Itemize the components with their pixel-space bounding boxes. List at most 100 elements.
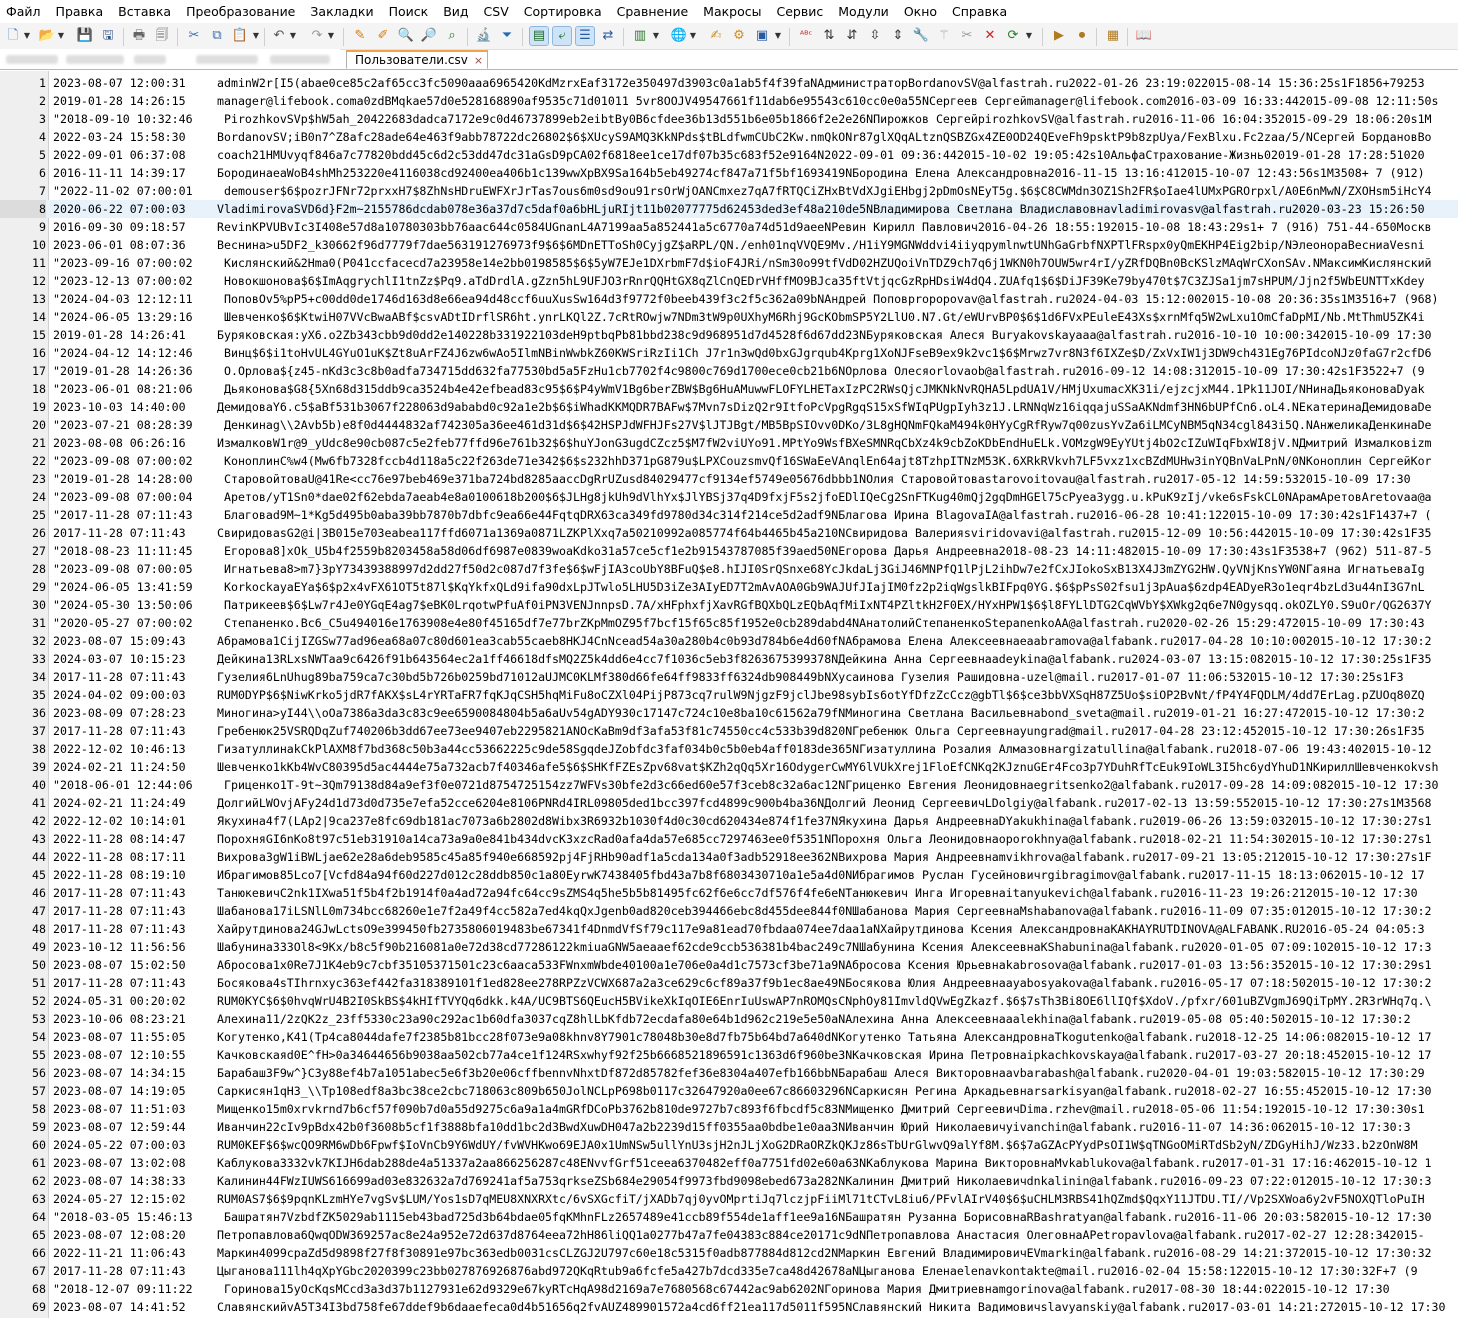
text-line[interactable]: 3 "2018-09-10 10:32:46 PirozhkovSVp$hW5ah… [0, 110, 1458, 128]
text-line[interactable]: 47 2017-11-28 07:11:43 Шабанова17iLSNlL0m7… [0, 902, 1458, 920]
open-file-dropdown-icon[interactable]: ▼ [57, 27, 65, 45]
mark-icon[interactable]: ✎ [351, 27, 369, 45]
close-red-icon[interactable]: ✕ [981, 27, 999, 45]
text-line[interactable]: 15 2019-01-28 14:26:41 Буряковская:yX6.o2Z… [0, 326, 1458, 344]
text-line[interactable]: 9 2016-09-30 09:18:57 RevinKPVUBvIc3I408e5… [0, 218, 1458, 236]
text-line[interactable]: 62 2023-08-07 14:38:33 Калинин44FWzIUWS616… [0, 1172, 1458, 1190]
text-line[interactable]: 46 2017-11-28 07:11:43 ТанюкевичC2nk1IXwa5… [0, 884, 1458, 902]
help-book-icon[interactable]: 📖 [1135, 27, 1153, 45]
text-line[interactable]: 28 "2023-09-08 07:00:05 Игнатьева8>m7}3pY… [0, 560, 1458, 578]
text-line[interactable]: 8 2020-06-22 07:00:03 VladimirovaSVD6d}F2m… [0, 200, 1458, 218]
display-dropdown-icon[interactable]: ▼ [774, 27, 782, 45]
text-line[interactable]: 11 "2023-09-16 07:00:02 Кислянский&2Hma0(… [0, 254, 1458, 272]
text-line[interactable]: 12 "2023-12-13 07:00:02 Новокшонова$6$ImA… [0, 272, 1458, 290]
print-icon[interactable]: 🖶 [130, 27, 148, 45]
cut-icon[interactable]: ✂ [185, 27, 203, 45]
menu-tools[interactable]: Сервис [770, 0, 832, 23]
text-line[interactable]: 13 "2024-04-03 12:12:11 ПоповOv5%pP5+c00d… [0, 290, 1458, 308]
edit-template-icon[interactable]: ✍ [707, 27, 725, 45]
menu-window[interactable]: Окно [897, 0, 945, 23]
text-line[interactable]: 23 "2019-01-28 14:28:00 СтаровойтоваU@41R… [0, 470, 1458, 488]
menu-sort[interactable]: Сортировка [517, 0, 610, 23]
undo-icon[interactable]: ↶ [270, 27, 288, 45]
column-mode-icon[interactable]: ▥ [631, 27, 649, 45]
filter-icon[interactable]: ⏷ [498, 27, 516, 45]
text-line[interactable]: 57 2023-08-07 14:19:05 Саркисян1qH3_\\Tp10… [0, 1082, 1458, 1100]
paste-icon[interactable]: 📋 [231, 27, 249, 45]
text-line[interactable]: 44 2022-11-28 08:17:11 Вихрова3gW1iBWLjae6… [0, 848, 1458, 866]
text-line[interactable]: 52 2024-05-31 00:20:02 RUM0KYC$6$0hvqWrU4B… [0, 992, 1458, 1010]
wrench-icon[interactable]: 🔧 [912, 27, 930, 45]
text-line[interactable]: 68 "2018-12-07 09:11:22 Горинова15yOcKqsM… [0, 1280, 1458, 1298]
text-line[interactable]: 21 2023-08-08 06:26:16 ИзмалковW1r@9_yUdc8… [0, 434, 1458, 452]
tab-users-csv[interactable]: Пользователи.csv × [346, 50, 489, 69]
text-line[interactable]: 58 2023-08-07 11:51:03 Мищенко15m0xrvkrnd7… [0, 1100, 1458, 1118]
sort-lines-icon[interactable]: ⇳ [866, 27, 884, 45]
mark-all-icon[interactable]: ✐ [374, 27, 392, 45]
new-file-dropdown-icon[interactable]: ▼ [23, 27, 31, 45]
text-line[interactable]: 32 2023-08-07 15:09:43 Абрамова1CijIZGSw77… [0, 632, 1458, 650]
text-line[interactable]: 40 "2018-06-01 12:44:06 Гриценко1T-9t~3Qm… [0, 776, 1458, 794]
text-line[interactable]: 60 2024-05-22 07:00:03 RUM0KEF$6$wcQO9RM6w… [0, 1136, 1458, 1154]
macro-play-icon[interactable]: ▶ [1050, 27, 1068, 45]
text-line[interactable]: 36 2023-08-09 07:28:23 Миногина>yI44\\oOa7… [0, 704, 1458, 722]
text-line[interactable]: 6 2016-11-11 14:39:17 БородинаeaWoB4shMh25… [0, 164, 1458, 182]
close-icon[interactable]: × [474, 54, 483, 67]
text-line[interactable]: 5 2022-09-01 06:37:08 coach21HMUvyqf846a7c… [0, 146, 1458, 164]
text-line[interactable]: 26 2017-11-28 07:11:43 СвиридоваsG2@i|3B01… [0, 524, 1458, 542]
text-line[interactable]: 53 2023-10-06 08:23:21 Алехина11/2zQK2z_23… [0, 1010, 1458, 1028]
new-file-icon[interactable]: 🗋 [4, 27, 22, 45]
spellcheck-icon[interactable]: ᴬᴮᶜ [797, 27, 815, 45]
text-line[interactable]: 1 2023-08-07 12:00:31 adminW2r[I5(abae0ce8… [0, 74, 1458, 92]
text-line[interactable]: 16 "2024-04-12 14:12:46 Винц$6$i1toHvUL4G… [0, 344, 1458, 362]
refresh-icon[interactable]: ⟳ [1004, 27, 1022, 45]
text-line[interactable]: 2 2019-01-28 14:26:15 manager@lifebook.com… [0, 92, 1458, 110]
redo-dropdown-icon[interactable]: ▼ [327, 27, 335, 45]
refresh-dropdown-icon[interactable]: ▼ [1025, 27, 1033, 45]
copy-icon[interactable]: ⧉ [208, 27, 226, 45]
text-line[interactable]: 29 "2024-06-05 13:41:59 KorkockayaEYa$6$p… [0, 578, 1458, 596]
text-line[interactable]: 63 2024-05-27 12:15:02 RUM0AS7$6$9pqnKLzmH… [0, 1190, 1458, 1208]
paste-dropdown-icon[interactable]: ▼ [252, 27, 260, 45]
text-line[interactable]: 22 "2023-09-08 07:00:02 КоноплинC%w4(Mw6f… [0, 452, 1458, 470]
text-line[interactable]: 25 "2017-11-28 07:11:43 Благоваd9M~1*Kg5d… [0, 506, 1458, 524]
text-line[interactable]: 56 2023-08-07 14:34:15 Барабаш3F9w^}C3y88e… [0, 1064, 1458, 1082]
text-line[interactable]: 39 2024-02-21 11:24:50 Шевченко1kKb4WvC803… [0, 758, 1458, 776]
menu-search[interactable]: Поиск [382, 0, 437, 23]
text-line[interactable]: 61 2023-08-07 13:02:08 Каблукова3332vk7KIJ… [0, 1154, 1458, 1172]
text-line[interactable]: 37 2017-11-28 07:11:43 Гребенюк25VSRQDqZuf… [0, 722, 1458, 740]
menu-modules[interactable]: Модули [831, 0, 897, 23]
menu-transform[interactable]: Преобразование [179, 0, 303, 23]
text-line[interactable]: 41 2024-02-21 11:24:49 ДолгийLWOvjAFy24d1d… [0, 794, 1458, 812]
word-wrap-icon[interactable]: ⤶ [552, 26, 572, 46]
menu-help[interactable]: Справка [945, 0, 1015, 23]
display-icon[interactable]: ▣ [753, 27, 771, 45]
redo-icon[interactable]: ↷ [308, 27, 326, 45]
text-line[interactable]: 14 "2024-06-05 13:29:16 Шевченко$6$KtwiH0… [0, 308, 1458, 326]
magic-wand-icon[interactable]: ⚚ [935, 27, 953, 45]
print-preview-icon[interactable]: 🗐 [153, 27, 171, 45]
open-file-icon[interactable]: 📂 [38, 27, 56, 45]
text-line[interactable]: 48 2017-11-28 07:11:43 Хайрутдинова24GJwLc… [0, 920, 1458, 938]
text-line[interactable]: 65 2023-08-07 12:08:20 Петропавлова6QwqODW… [0, 1226, 1458, 1244]
text-line[interactable]: 49 2023-10-12 11:56:56 Шабунина333Ol8<9Kx/… [0, 938, 1458, 956]
find-next-icon[interactable]: 🔎 [420, 27, 438, 45]
browser-dropdown-icon[interactable]: ▼ [689, 27, 697, 45]
text-line[interactable]: 31 "2020-05-27 07:00:02 Степаненко.Bc6_C5… [0, 614, 1458, 632]
sort-numeric-icon[interactable]: ⇕ [889, 27, 907, 45]
undo-dropdown-icon[interactable]: ▼ [289, 27, 297, 45]
text-line[interactable]: 19 2023-10-03 14:40:00 ДемидоваY6.c5$aBf53… [0, 398, 1458, 416]
menu-edit[interactable]: Правка [49, 0, 112, 23]
find-in-files-icon[interactable]: 🔬 [475, 27, 493, 45]
macro-record-icon[interactable]: ⏺ [1073, 27, 1091, 45]
editor[interactable]: 1 2023-08-07 12:00:31 adminW2r[I5(abae0ce8… [0, 71, 1458, 1318]
text-line[interactable]: 51 2017-11-28 07:11:43 Босякова4sTIhrnxyc3… [0, 974, 1458, 992]
menu-bookmarks[interactable]: Закладки [303, 0, 381, 23]
menu-view[interactable]: Вид [436, 0, 476, 23]
menu-macros[interactable]: Макросы [696, 0, 769, 23]
text-line[interactable]: 50 2023-08-07 15:02:50 Абросова1x0Re7J1K4e… [0, 956, 1458, 974]
text-line[interactable]: 20 "2023-07-21 08:28:39 Денкинаg\\2Avb5b)… [0, 416, 1458, 434]
csv-mode-icon[interactable]: ▤ [529, 26, 549, 46]
text-line[interactable]: 7 "2022-11-02 07:00:01 demouser$6$pozrJFN… [0, 182, 1458, 200]
text-line[interactable]: 10 2023-06-01 08:07:36 Веснина>u5DF2_k3066… [0, 236, 1458, 254]
